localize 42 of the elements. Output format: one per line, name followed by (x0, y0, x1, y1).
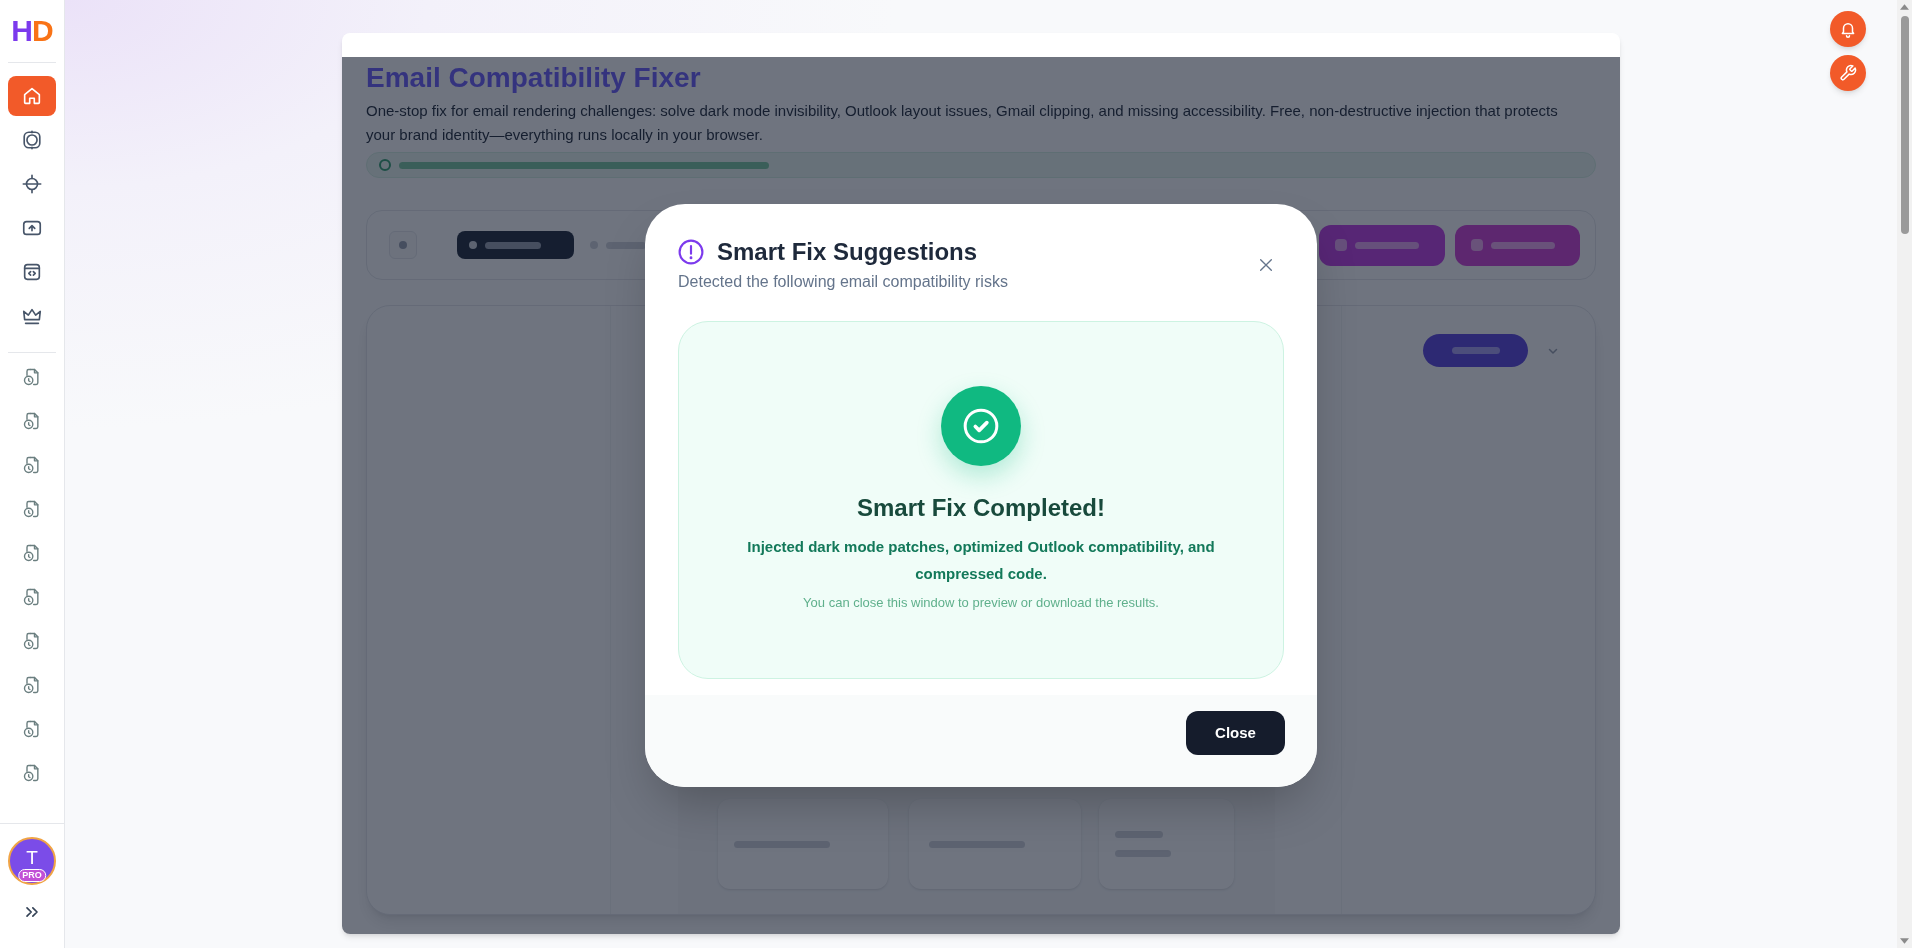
dialog-subtitle: Detected the following email compatibility risks (678, 272, 1008, 292)
page-title: Email Compatibility Fixer (366, 61, 702, 95)
result-message: Injected dark mode patches, optimized Outlook compatibility, and compressed code. (746, 537, 1216, 584)
result-hint: You can close this window to preview or download the results. (803, 594, 1159, 612)
user-avatar[interactable]: T PRO (8, 837, 56, 885)
camera-lens-icon[interactable] (21, 129, 43, 151)
toolbar-button[interactable] (457, 231, 574, 259)
scrollbar[interactable] (1897, 0, 1912, 948)
avatar-initial: T (26, 847, 38, 867)
toolbar-button[interactable] (1319, 224, 1445, 266)
home-icon[interactable] (21, 85, 43, 107)
file-clock-icon[interactable] (22, 367, 42, 387)
file-clock-icon[interactable] (22, 675, 42, 695)
file-clock-icon[interactable] (22, 543, 42, 563)
dialog-title: Smart Fix Suggestions (717, 237, 978, 267)
toolbar-button[interactable] (389, 231, 417, 259)
logo[interactable]: HD (11, 16, 53, 46)
scrollbar-thumb[interactable] (1900, 16, 1909, 234)
file-clock-icon[interactable] (22, 455, 42, 475)
toolbar-button[interactable] (1455, 224, 1580, 266)
alert-circle-icon (678, 239, 704, 265)
file-clock-icon[interactable] (22, 411, 42, 431)
code-window-icon[interactable] (21, 261, 43, 283)
scroll-up-icon[interactable] (1900, 4, 1909, 10)
bell-icon[interactable] (1839, 20, 1857, 38)
crosshair-icon[interactable] (21, 173, 43, 195)
pill-button[interactable] (1423, 334, 1528, 367)
file-clock-icon[interactable] (22, 499, 42, 519)
close-dialog-button[interactable]: Close (1186, 711, 1285, 755)
file-clock-icon[interactable] (22, 631, 42, 651)
sidebar-nav-item[interactable] (8, 76, 56, 116)
result-heading: Smart Fix Completed! (856, 493, 1105, 523)
wrench-icon[interactable] (1839, 64, 1857, 82)
tools-button[interactable] (1830, 55, 1866, 91)
scroll-down-icon[interactable] (1900, 938, 1909, 944)
file-clock-icon[interactable] (22, 719, 42, 739)
page-description: One-stop fix for email rendering challenges: solve dark mode invisibility, Outlook layout issues, Gmail clipping, and missing accessibility. Free, non-destructive injection that protects your brand identity—everything runs locally in your browser. (366, 101, 1559, 145)
file-clock-icon[interactable] (22, 587, 42, 607)
close-icon[interactable] (1258, 257, 1274, 273)
file-clock-icon[interactable] (22, 763, 42, 783)
notifications-button[interactable] (1830, 11, 1866, 47)
plan-badge: PRO (18, 869, 46, 882)
